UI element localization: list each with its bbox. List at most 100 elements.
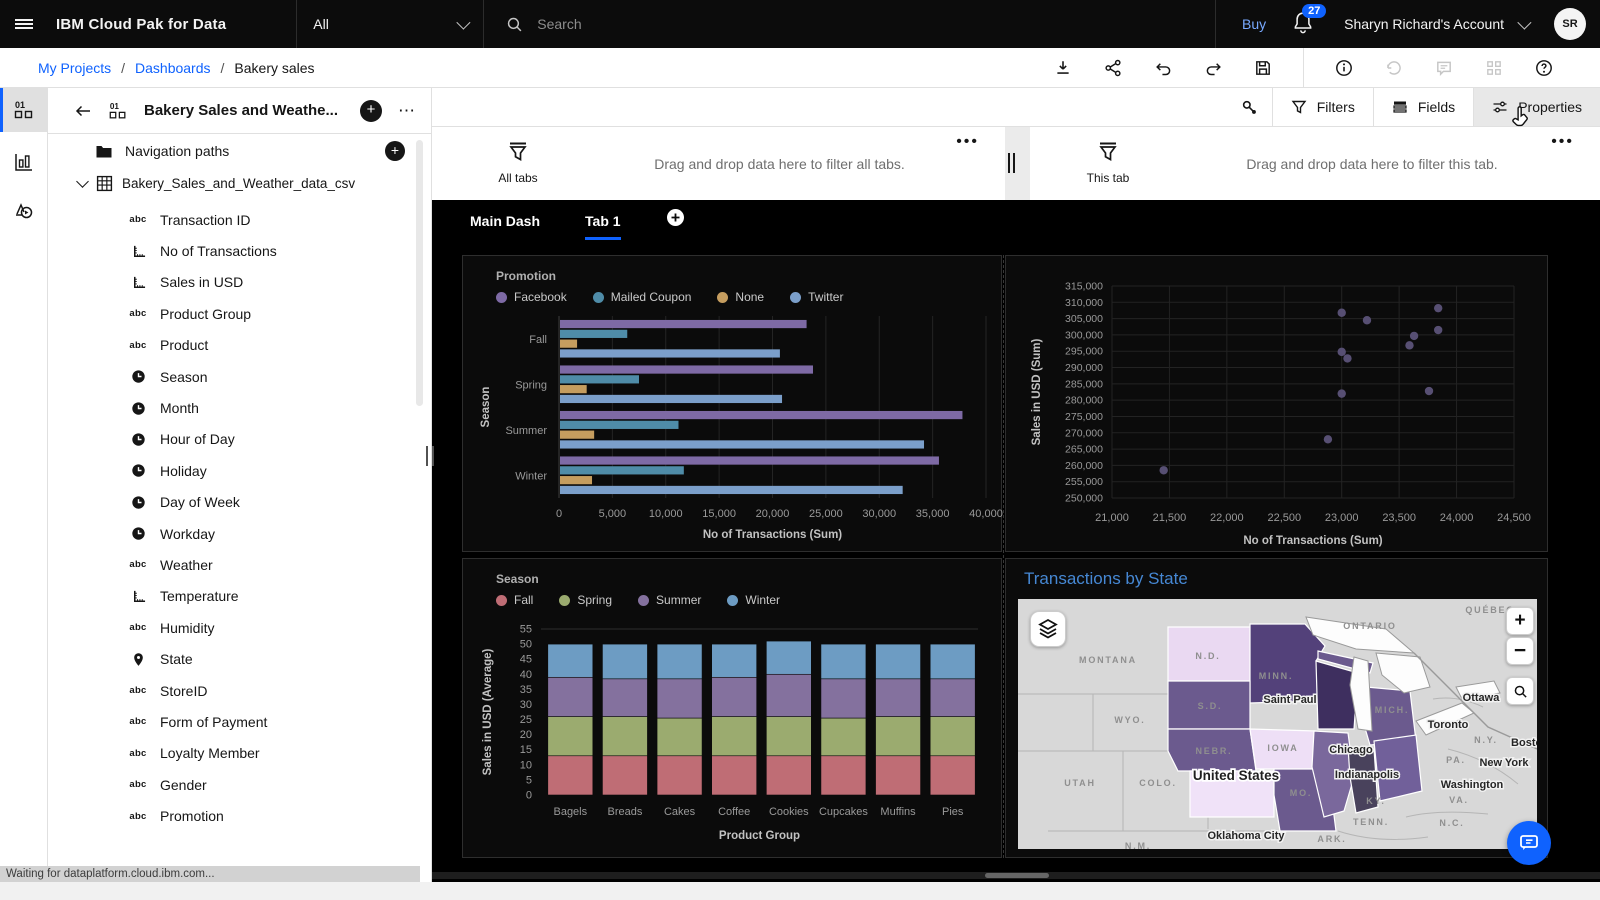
legend-swatch: [717, 292, 728, 303]
field-item[interactable]: Hour of Day: [48, 424, 431, 455]
rail-sources-tab[interactable]: 01: [0, 88, 48, 132]
navigation-paths-row[interactable]: Navigation paths +: [48, 134, 431, 168]
back-icon[interactable]: [74, 103, 92, 119]
add-tab-button[interactable]: [666, 208, 685, 232]
field-item[interactable]: abcPromotion: [48, 800, 431, 831]
field-item[interactable]: Season: [48, 361, 431, 392]
svg-text:30: 30: [520, 699, 532, 711]
map-zoom-in-button[interactable]: +: [1506, 607, 1534, 635]
map-widget-transactions-by-state[interactable]: Transactions by State: [1005, 558, 1548, 858]
svg-text:300,000: 300,000: [1065, 329, 1103, 341]
legend-item[interactable]: Summer: [638, 593, 701, 607]
avatar[interactable]: SR: [1554, 8, 1586, 40]
field-item[interactable]: State: [48, 643, 431, 674]
legend-item[interactable]: Winter: [727, 593, 780, 607]
save-button[interactable]: [1253, 58, 1273, 78]
map-search-button[interactable]: [1506, 677, 1534, 705]
field-item[interactable]: Day of Week: [48, 487, 431, 518]
history-button[interactable]: [1384, 58, 1404, 78]
panel-overflow-menu[interactable]: ⋯: [398, 101, 417, 121]
field-item[interactable]: Month: [48, 392, 431, 423]
properties-button[interactable]: Properties: [1474, 88, 1600, 126]
bar-chart-widget-promotion-by-season[interactable]: Promotion FacebookMailed CouponNoneTwitt…: [462, 255, 1002, 552]
legend-item[interactable]: None: [717, 290, 764, 304]
buy-link[interactable]: Buy: [1242, 16, 1266, 32]
svg-text:01: 01: [15, 100, 25, 110]
field-label: Season: [160, 369, 207, 385]
undo-button[interactable]: [1153, 58, 1173, 78]
filter-icon: [1291, 99, 1307, 115]
download-button[interactable]: [1053, 58, 1073, 78]
field-item[interactable]: abcHumidity: [48, 612, 431, 643]
legend-item[interactable]: Twitter: [790, 290, 843, 304]
filters-button[interactable]: Filters: [1273, 88, 1373, 126]
panel-gap-divider: [1003, 255, 1004, 858]
all-tabs-overflow-menu[interactable]: •••: [956, 133, 979, 151]
breadcrumb-dashboards[interactable]: Dashboards: [135, 60, 211, 76]
share-button[interactable]: [1103, 58, 1123, 78]
legend-item[interactable]: Fall: [496, 593, 533, 607]
key-button[interactable]: [1228, 88, 1272, 126]
global-search[interactable]: Search: [484, 0, 1215, 48]
all-tabs-filter-dock[interactable]: All tabs Drag and drop data here to filt…: [440, 127, 1005, 200]
field-item[interactable]: abcForm of Payment: [48, 706, 431, 737]
map-layers-button[interactable]: [1030, 611, 1066, 647]
svg-text:265,000: 265,000: [1065, 444, 1103, 456]
breadcrumb-my-projects[interactable]: My Projects: [38, 60, 111, 76]
scatter-chart-widget-sales-vs-transactions[interactable]: 250,000255,000260,000265,000270,000275,0…: [1005, 255, 1548, 552]
legend-item[interactable]: Mailed Coupon: [593, 290, 692, 304]
field-item[interactable]: abcProduct Group: [48, 298, 431, 329]
field-item[interactable]: Temperature: [48, 581, 431, 612]
field-item[interactable]: abcWeather: [48, 549, 431, 580]
field-item[interactable]: abcProduct: [48, 330, 431, 361]
comment-button[interactable]: [1434, 58, 1454, 78]
map-label: New York: [1479, 757, 1529, 769]
stacked-bar-widget-sales-by-product-group[interactable]: Season FallSpringSummerWinter 0510152025…: [462, 558, 1002, 858]
redo-button[interactable]: [1203, 58, 1223, 78]
legend-item[interactable]: Facebook: [496, 290, 567, 304]
svg-text:25: 25: [520, 714, 532, 726]
map-label: N.Y.: [1474, 735, 1498, 745]
fields-button[interactable]: Fields: [1374, 88, 1473, 126]
sources-icon: 01: [108, 101, 128, 121]
this-tab-overflow-menu[interactable]: •••: [1551, 133, 1574, 151]
field-item[interactable]: No of Transactions: [48, 235, 431, 266]
add-source-button[interactable]: +: [360, 100, 382, 122]
notifications-button[interactable]: 27: [1292, 11, 1318, 37]
map-label: S.D.: [1198, 701, 1223, 711]
panel-resize-handle[interactable]: [426, 446, 434, 466]
rail-visualizations-tab[interactable]: [0, 140, 48, 184]
panel-scrollbar[interactable]: [416, 140, 423, 406]
hamburger-menu-button[interactable]: [0, 0, 48, 48]
account-menu[interactable]: Sharyn Richard's Account: [1344, 16, 1528, 32]
legend-item[interactable]: Spring: [559, 593, 612, 607]
rail-media-tab[interactable]: [0, 188, 48, 232]
scrollbar-thumb[interactable]: [985, 873, 1049, 878]
table-row[interactable]: Bakery_Sales_and_Weather_data_csv: [48, 168, 431, 198]
field-item[interactable]: abcLoyalty Member: [48, 738, 431, 769]
help-button[interactable]: [1534, 58, 1554, 78]
field-label: Form of Payment: [160, 714, 267, 730]
field-item[interactable]: Sales in USD: [48, 267, 431, 298]
svg-text:24,500: 24,500: [1497, 512, 1531, 524]
svg-text:0: 0: [556, 508, 562, 520]
field-item[interactable]: abcStoreID: [48, 675, 431, 706]
map-label: TENN.: [1353, 817, 1389, 827]
info-button[interactable]: [1334, 58, 1354, 78]
field-item[interactable]: Holiday: [48, 455, 431, 486]
assets-button[interactable]: [1484, 58, 1504, 78]
field-item[interactable]: abcGender: [48, 769, 431, 800]
legend-swatch: [559, 595, 570, 606]
tab-main-dash[interactable]: Main Dash: [470, 213, 540, 240]
chat-assistant-button[interactable]: [1507, 821, 1551, 865]
this-tab-filter-dock[interactable]: This tab Drag and drop data here to filt…: [1030, 127, 1600, 200]
dock-resize-handle[interactable]: [1008, 153, 1015, 173]
canvas-horizontal-scrollbar[interactable]: [432, 872, 1600, 879]
field-item[interactable]: Workday: [48, 518, 431, 549]
svg-text:Cupcakes: Cupcakes: [819, 806, 868, 818]
map-zoom-out-button[interactable]: −: [1506, 637, 1534, 665]
search-scope-dropdown[interactable]: All: [296, 0, 484, 48]
tab-tab-1[interactable]: Tab 1: [585, 213, 621, 240]
add-navigation-path-button[interactable]: +: [385, 141, 405, 161]
field-item[interactable]: abcTransaction ID: [48, 204, 431, 235]
